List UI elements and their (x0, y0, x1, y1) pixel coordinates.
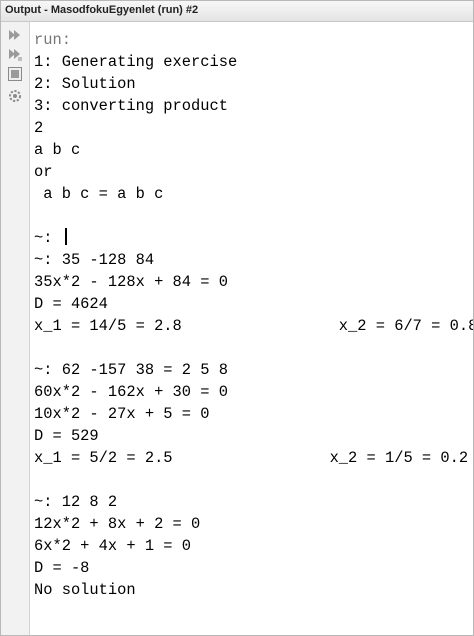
console-line-text: ~: 12 8 2 (34, 493, 118, 511)
console-line-text: D = -8 (34, 559, 90, 577)
console-line-text: 2: Solution (34, 75, 136, 93)
text-cursor (64, 228, 67, 245)
console-line: D = 4624 (34, 293, 108, 315)
console-line: a b c (34, 139, 80, 161)
console-line: or (34, 161, 52, 183)
console-line: 1: Generating exercise (34, 51, 237, 73)
console-line-text: 10x*2 - 27x + 5 = 0 (34, 405, 210, 423)
console-line: ~: 35 -128 84 (34, 249, 154, 271)
console-line: No solution (34, 579, 136, 601)
console-line-text: D = 529 (34, 427, 99, 445)
console-line-text: 12x*2 + 8x + 2 = 0 (34, 515, 201, 533)
console-line: 2 (34, 117, 43, 139)
console-line-text: 35x*2 - 128x + 84 = 0 (34, 273, 228, 291)
output-title: Output - MasodfokuEgyenlet (run) #2 (5, 4, 199, 16)
rerun-icon[interactable] (7, 27, 23, 43)
console-line: 12x*2 + 8x + 2 = 0 (34, 513, 200, 535)
console-line-text: a b c = a b c (34, 185, 164, 203)
console-line-text: 60x*2 - 162x + 30 = 0 (34, 383, 228, 401)
console-line-text: run: (34, 31, 71, 49)
output-titlebar[interactable]: Output - MasodfokuEgyenlet (run) #2 (1, 1, 473, 22)
console-line-text: ~: 62 -157 38 = 2 5 8 (34, 361, 228, 379)
console-line-text: 3: converting product (34, 97, 228, 115)
console-line: ~: (34, 227, 67, 249)
console-line: 3: converting product (34, 95, 228, 117)
console-output[interactable]: run: 1: Generating exercise 2: Solution 3: … (34, 22, 473, 635)
console-line: 60x*2 - 162x + 30 = 0 (34, 381, 228, 403)
console-line: x_1 = 5/2 = 2.5 x_2 = 1/5 = 0.2 (34, 447, 468, 469)
console-line-text: 6x*2 + 4x + 1 = 0 (34, 537, 192, 555)
console-line-text: No solution (34, 581, 136, 599)
console-line-text-2: x_2 = 1/5 = 0.2 (329, 449, 469, 467)
console-line-text: x_1 = 5/2 = 2.5 (34, 449, 173, 467)
console-line-text: 2 (34, 119, 44, 137)
rerun-with-options-icon[interactable] (7, 46, 23, 62)
console-line: 10x*2 - 27x + 5 = 0 (34, 403, 209, 425)
console-line: ~: 12 8 2 (34, 491, 117, 513)
console-line-text: ~: (34, 229, 62, 247)
console-line-text: 1: Generating exercise (34, 53, 238, 71)
console-line: ~: 62 -157 38 = 2 5 8 (34, 359, 228, 381)
console-line: x_1 = 14/5 = 2.8 x_2 = 6/7 = 0.857142857… (34, 315, 473, 337)
console-line: run: (34, 29, 71, 51)
console-line-text: D = 4624 (34, 295, 108, 313)
console-line-text: x_1 = 14/5 = 2.8 (34, 317, 182, 335)
console-line-text: or (34, 163, 53, 181)
console-line: 35x*2 - 128x + 84 = 0 (34, 271, 228, 293)
console-line: D = 529 (34, 425, 99, 447)
console-line-text: a b c (34, 141, 81, 159)
console-line-text: ~: 35 -128 84 (34, 251, 155, 269)
console-line: a b c = a b c (34, 183, 163, 205)
output-window: Output - MasodfokuEgyenlet (run) #2 run:… (0, 0, 474, 636)
output-toolbar (1, 22, 30, 635)
console-line: 6x*2 + 4x + 1 = 0 (34, 535, 191, 557)
console-line: D = -8 (34, 557, 89, 579)
settings-icon[interactable] (7, 88, 23, 104)
console-line: 2: Solution (34, 73, 136, 95)
console-line-text-2: x_2 = 6/7 = 0.8571428571 (338, 317, 473, 335)
stop-icon[interactable] (7, 66, 23, 82)
